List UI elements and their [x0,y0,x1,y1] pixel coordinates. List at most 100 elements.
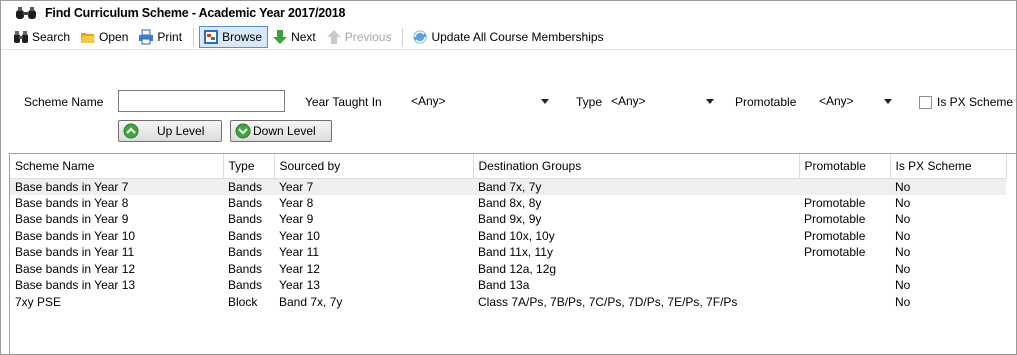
scheme-name-label: Scheme Name [24,95,104,109]
binoculars-icon [15,6,37,20]
is-px-scheme-checkbox[interactable] [919,96,932,109]
cell-destination-groups: Class 7A/Ps, 7B/Ps, 7C/Ps, 7D/Ps, 7E/Ps,… [478,294,738,309]
browse-icon [203,29,219,45]
cell-is-px-scheme: No [895,245,911,260]
table-row[interactable]: Base bands in Year 8 Bands Year 8 Band 8… [10,195,1006,212]
cell-promotable: Promotable [804,228,866,243]
search-button[interactable]: Search [9,26,76,48]
chevron-down-icon [884,99,892,104]
column-header-promotable[interactable]: Promotable [799,154,891,179]
toolbar-separator [193,27,195,46]
printer-icon [138,29,154,45]
cell-is-px-scheme: No [895,212,911,227]
column-header-type[interactable]: Type [223,154,275,179]
cell-scheme-name: Base bands in Year 9 [15,212,129,227]
column-header-sourced-by[interactable]: Sourced by [274,154,474,179]
table-row[interactable]: Base bands in Year 13 Bands Year 13 Band… [10,277,1006,294]
next-button[interactable]: Next [268,26,322,48]
title-bar: Find Curriculum Scheme - Academic Year 2… [1,1,1016,24]
previous-label: Previous [344,29,392,44]
table-row[interactable]: Base bands in Year 9 Bands Year 9 Band 9… [10,211,1006,228]
down-level-button[interactable]: Down Level [230,120,332,142]
cell-promotable [799,178,890,195]
cell-sourced-by: Year 13 [279,278,320,293]
year-taught-value: <Any> [411,94,446,108]
table-row[interactable]: 7xy PSE Block Band 7x, 7y Class 7A/Ps, 7… [10,294,1006,311]
type-value: <Any> [611,94,646,108]
cell-destination-groups: Band 12a, 12g [478,261,557,276]
update-label: Update All Course Memberships [431,29,604,44]
scheme-table: Scheme Name Type Sourced by Destination … [10,154,1007,310]
browse-label: Browse [222,29,263,44]
up-level-button[interactable]: Up Level [118,120,222,142]
cell-is-px-scheme: No [895,261,911,276]
folder-open-icon [80,29,96,45]
cell-is-px-scheme: No [895,228,911,243]
column-header-scheme-name[interactable]: Scheme Name [10,154,224,179]
cell-sourced-by: Year 12 [279,261,320,276]
table-row[interactable]: Base bands in Year 7 Bands Year 7 Band 7… [10,178,1006,195]
cell-destination-groups: Band 8x, 8y [478,195,542,210]
table-header-row: Scheme Name Type Sourced by Destination … [10,154,1007,179]
update-course-memberships-button[interactable]: Update All Course Memberships [408,26,609,48]
down-level-label: Down Level [253,124,316,138]
print-button[interactable]: Print [134,26,188,48]
previous-button[interactable]: Previous [322,26,398,48]
table-row[interactable]: Base bands in Year 10 Bands Year 10 Band… [10,228,1006,245]
cell-scheme-name: Base bands in Year 7 [10,178,223,195]
print-label: Print [157,29,183,44]
cell-type: Bands [228,261,263,276]
cell-promotable: Promotable [804,245,866,260]
binoculars-icon [13,29,29,45]
arrow-up-icon [326,29,342,45]
search-label: Search [32,29,71,44]
toolbar: Search Open Print Browse Next Previous U… [1,24,1016,50]
cell-is-px-scheme: No [895,195,911,210]
cell-destination-groups: Band 9x, 9y [478,212,542,227]
cell-scheme-name: 7xy PSE [15,294,62,309]
scheme-grid: Scheme Name Type Sourced by Destination … [9,153,1016,354]
cell-is-px-scheme: No [895,294,911,309]
cell-sourced-by: Year 9 [279,212,314,227]
cell-is-px-scheme: No [890,178,1006,195]
cell-type: Bands [223,178,274,195]
browse-button[interactable]: Browse [199,25,269,48]
promotable-select[interactable]: <Any> [814,90,899,112]
column-header-destination-groups[interactable]: Destination Groups [473,154,800,179]
cell-type: Bands [228,278,263,293]
year-taught-label: Year Taught In [305,95,382,109]
arrow-down-circle-icon [235,123,251,139]
chevron-down-icon [541,99,549,104]
cell-destination-groups: Band 10x, 10y [478,228,555,243]
scheme-name-input[interactable] [118,90,285,112]
cell-sourced-by: Band 7x, 7y [279,294,343,309]
column-header-is-px-scheme[interactable]: Is PX Scheme [890,154,1007,179]
find-curriculum-scheme-window: Find Curriculum Scheme - Academic Year 2… [0,0,1017,355]
promotable-value: <Any> [819,94,854,108]
table-row[interactable]: Base bands in Year 11 Bands Year 11 Band… [10,244,1006,261]
cell-promotable: Promotable [804,212,866,227]
cell-scheme-name: Base bands in Year 8 [15,195,129,210]
next-label: Next [291,29,316,44]
cell-type: Block [228,294,258,309]
cell-sourced-by: Year 8 [279,195,314,210]
chevron-down-icon [706,99,714,104]
promotable-label: Promotable [735,95,797,109]
cell-promotable [799,277,890,294]
cell-destination-groups: Band 7x, 7y [473,178,799,195]
filter-panel: Scheme Name Year Taught In <Any> Type <A… [1,50,1016,153]
cell-scheme-name: Base bands in Year 10 [15,228,136,243]
cell-sourced-by: Year 11 [279,245,320,260]
cell-promotable [799,261,890,278]
table-row[interactable]: Base bands in Year 12 Bands Year 12 Band… [10,261,1006,278]
arrow-down-icon [272,29,288,45]
arrow-up-circle-icon [123,123,139,139]
cell-scheme-name: Base bands in Year 11 [15,245,135,260]
up-level-label: Up Level [157,124,205,138]
year-taught-select[interactable]: <Any> [406,90,556,112]
cell-type: Bands [228,245,263,260]
cell-scheme-name: Base bands in Year 13 [15,278,136,293]
cell-is-px-scheme: No [895,278,911,293]
type-select[interactable]: <Any> [606,90,721,112]
open-button[interactable]: Open [76,26,134,48]
